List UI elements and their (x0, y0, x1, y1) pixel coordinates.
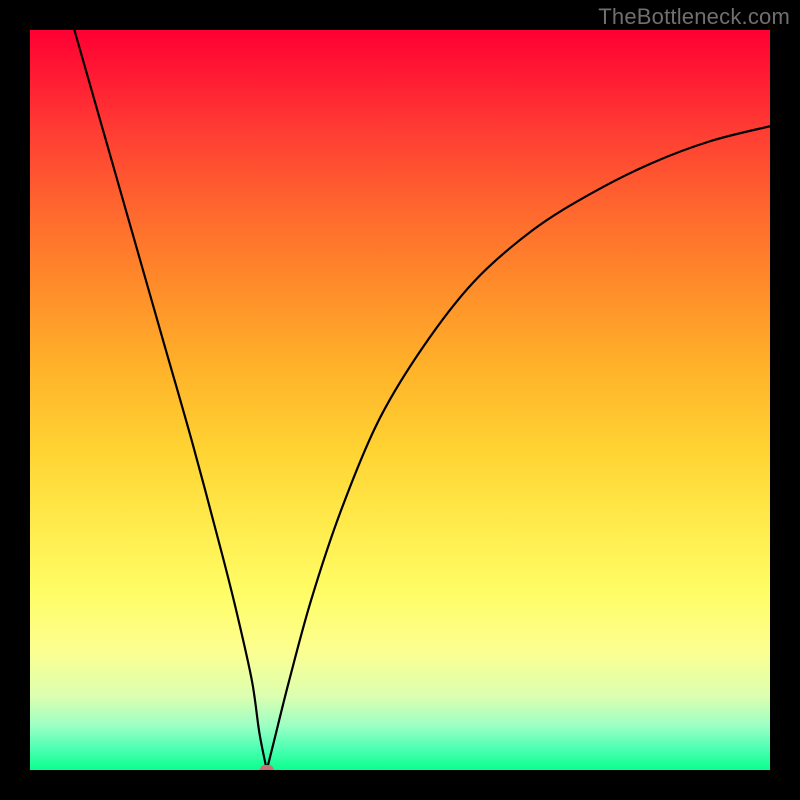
minimum-marker (260, 765, 274, 770)
watermark-text: TheBottleneck.com (598, 4, 790, 30)
curve-path (74, 30, 770, 770)
chart-frame: TheBottleneck.com (0, 0, 800, 800)
minimum-marker-shape (260, 765, 274, 770)
plot-area (30, 30, 770, 770)
curve-svg (30, 30, 770, 770)
bottleneck-curve (74, 30, 770, 770)
